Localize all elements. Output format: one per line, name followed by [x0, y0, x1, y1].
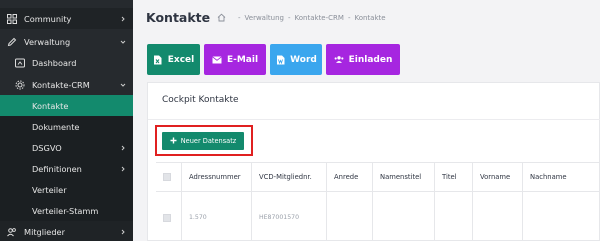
sidebar-item-community[interactable]: Community	[0, 8, 133, 29]
contacts-table: Adressnummer VCD-Mitgliednr. Anrede Name…	[156, 162, 600, 241]
column-header[interactable]: Namenstitel	[373, 163, 435, 191]
sidebar-item-mitglieder[interactable]: Mitglieder	[0, 221, 133, 241]
table-cell	[373, 192, 435, 241]
breadcrumb-item-kontakte: Kontakte	[354, 13, 386, 22]
sidebar-item-verwaltung[interactable]: Verwaltung	[0, 31, 133, 52]
divider	[148, 119, 600, 120]
new-record-button[interactable]: Neuer Datensatz	[162, 132, 244, 150]
sidebar-item-label: DSGVO	[32, 142, 62, 153]
sidebar-item-label: Verwaltung	[24, 36, 71, 47]
table-cell: HE87001570	[252, 192, 327, 241]
email-button[interactable]: E-Mail	[204, 44, 266, 75]
chevron-right-icon	[119, 144, 127, 152]
sidebar: Community Verwaltung Dashboard Kontakte-…	[0, 0, 133, 241]
pencil-icon	[6, 36, 18, 48]
column-header[interactable]: Adressnummer	[182, 163, 252, 191]
table-cell: 1.570	[182, 192, 252, 241]
sidebar-item-label: Mitglieder	[24, 226, 65, 237]
sidebar-item-dashboard[interactable]: Dashboard	[0, 52, 133, 73]
sidebar-item-label: Definitionen	[32, 163, 82, 174]
chevron-down-icon	[119, 81, 127, 89]
sidebar-item-label: Community	[24, 13, 72, 24]
sidebar-item-kontakte[interactable]: Kontakte	[0, 95, 133, 116]
sidebar-item-label: Kontakte-CRM	[32, 79, 90, 90]
sidebar-item-label: Dokumente	[32, 121, 80, 132]
sidebar-item-dokumente[interactable]: Dokumente	[0, 116, 133, 137]
column-header[interactable]: Anrede	[327, 163, 373, 191]
excel-button[interactable]: Excel	[147, 44, 200, 75]
dashboard-icon	[14, 57, 26, 69]
sidebar-item-definitionen[interactable]: Definitionen	[0, 158, 133, 179]
sidebar-item-verteiler[interactable]: Verteiler	[0, 179, 133, 200]
breadcrumb: - Verwaltung - Kontakte-CRM - Kontakte	[217, 13, 386, 22]
breadcrumb-separator: -	[238, 13, 241, 22]
sidebar-item-dsgvo[interactable]: DSGVO	[0, 137, 133, 158]
sidebar-item-kontakte-crm[interactable]: Kontakte-CRM	[0, 74, 133, 95]
breadcrumb-item-verwaltung[interactable]: Verwaltung	[245, 14, 284, 22]
column-header[interactable]: Vorname	[473, 163, 523, 191]
row-checkbox[interactable]	[163, 213, 171, 222]
word-file-icon	[275, 55, 285, 65]
sidebar-item-label: Kontakte	[32, 100, 69, 111]
table-cell	[435, 192, 473, 241]
chevron-right-icon	[119, 228, 127, 236]
column-header[interactable]: Titel	[435, 163, 473, 191]
column-header[interactable]: VCD-Mitgliednr.	[252, 163, 327, 191]
envelope-icon	[212, 55, 222, 65]
users-icon	[334, 55, 344, 65]
invite-button[interactable]: Einladen	[326, 44, 400, 75]
sidebar-item-label: Dashboard	[32, 57, 77, 68]
select-all-checkbox[interactable]	[163, 173, 171, 181]
card-title: Cockpit Kontakte	[162, 95, 239, 105]
contacts-card: Cockpit Kontakte Neuer Datensatz Adressn…	[147, 82, 600, 241]
invite-button-label: Einladen	[348, 54, 393, 65]
home-icon[interactable]	[217, 13, 226, 22]
table-cell	[523, 192, 600, 241]
gear-icon	[14, 79, 26, 91]
word-button-label: Word	[290, 54, 317, 65]
chevron-down-icon	[119, 38, 127, 46]
sidebar-item-label: Verteiler-Stamm	[32, 205, 99, 216]
new-record-label: Neuer Datensatz	[180, 137, 237, 145]
breadcrumb-separator: -	[287, 13, 291, 22]
table-cell	[327, 192, 373, 241]
page-title: Kontakte	[146, 10, 211, 25]
breadcrumb-item-kontakte-crm[interactable]: Kontakte-CRM	[295, 14, 344, 22]
excel-button-label: Excel	[167, 54, 195, 65]
email-button-label: E-Mail	[226, 54, 259, 65]
table-cell	[473, 192, 523, 241]
chevron-right-icon	[119, 165, 127, 173]
column-header-select	[156, 163, 182, 191]
grid-icon	[6, 13, 18, 25]
breadcrumb-separator: -	[347, 13, 351, 22]
table-cell-select	[156, 192, 182, 241]
column-header[interactable]: Nachname	[523, 163, 600, 191]
word-button[interactable]: Word	[270, 44, 322, 75]
users-icon	[6, 226, 18, 238]
sidebar-item-label: Verteiler	[32, 184, 67, 195]
main-content: Kontakte - Verwaltung - Kontakte-CRM - K…	[133, 0, 600, 241]
plus-icon	[170, 137, 177, 146]
sidebar-item-verteiler-stamm[interactable]: Verteiler-Stamm	[0, 200, 133, 221]
chevron-right-icon	[119, 15, 127, 23]
excel-file-icon	[153, 55, 163, 65]
